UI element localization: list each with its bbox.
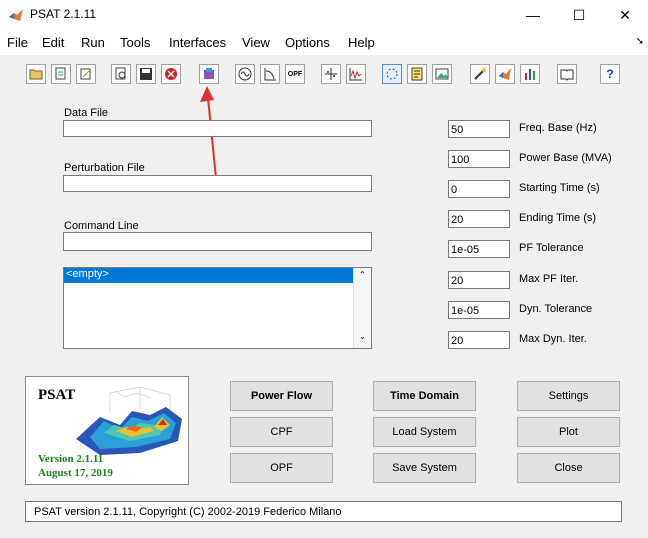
listbox-scrollbar[interactable]: ⌃ ⌄: [353, 268, 371, 348]
logo-date: August 17, 2019: [38, 467, 113, 479]
menu-tools[interactable]: Tools: [120, 35, 150, 50]
command-line-label: Command Line: [64, 220, 139, 232]
bar-chart-icon[interactable]: [520, 64, 540, 84]
menu-edit[interactable]: Edit: [42, 35, 64, 50]
save-icon[interactable]: [136, 64, 156, 84]
scroll-up-icon[interactable]: ⌃: [359, 270, 366, 279]
save-system-button[interactable]: Save System: [373, 453, 476, 483]
matlab-icon: [9, 9, 23, 21]
plot-button[interactable]: Plot: [517, 417, 620, 447]
menu-bar: File Edit Run Tools Interfaces View Opti…: [0, 30, 648, 55]
open-perturbation-icon[interactable]: [51, 64, 71, 84]
freq-base-field[interactable]: 50: [448, 120, 510, 138]
menu-run[interactable]: Run: [81, 35, 105, 50]
menu-interfaces[interactable]: Interfaces: [169, 35, 226, 50]
starting-time-field[interactable]: 0: [448, 180, 510, 198]
data-file-field[interactable]: [63, 120, 372, 137]
cpf-button[interactable]: CPF: [230, 417, 333, 447]
time-plot-icon[interactable]: [346, 64, 366, 84]
power-flow-button[interactable]: Power Flow: [230, 381, 333, 411]
book-icon[interactable]: [557, 64, 577, 84]
small-signal-icon[interactable]: [321, 64, 341, 84]
message-listbox[interactable]: <empty> ⌃ ⌄: [63, 267, 372, 349]
stop-icon[interactable]: [161, 64, 181, 84]
maximize-button[interactable]: ☐: [556, 0, 602, 30]
list-item[interactable]: <empty>: [64, 268, 354, 283]
time-domain-button[interactable]: Time Domain: [373, 381, 476, 411]
close-window-button[interactable]: ✕: [602, 0, 648, 30]
simulink-library-icon[interactable]: [199, 64, 219, 84]
print-preview-icon[interactable]: [111, 64, 131, 84]
minimize-button[interactable]: —: [510, 0, 556, 30]
help-icon[interactable]: ?: [600, 64, 620, 84]
power-base-label: Power Base (MVA): [519, 152, 612, 164]
load-system-button[interactable]: Load System: [373, 417, 476, 447]
max-dyn-iter-label: Max Dyn. Iter.: [519, 333, 587, 345]
ending-time-field[interactable]: 20: [448, 210, 510, 228]
pf-tolerance-field[interactable]: 1e-05: [448, 240, 510, 258]
window-title: PSAT 2.1.11: [30, 7, 97, 21]
opf-icon[interactable]: OPF: [285, 64, 305, 84]
data-file-label: Data File: [64, 107, 109, 119]
perturbation-file-field[interactable]: [63, 175, 372, 192]
surface-plot-icon: [76, 386, 182, 455]
sine-wave-icon[interactable]: [235, 64, 255, 84]
chevron-down-icon[interactable]: ➘: [636, 36, 644, 47]
max-pf-iter-field[interactable]: 20: [448, 271, 510, 289]
pv-curve-icon[interactable]: [260, 64, 280, 84]
wizard-icon[interactable]: [470, 64, 490, 84]
max-pf-iter-label: Max PF Iter.: [519, 273, 579, 285]
pf-tolerance-label: PF Tolerance: [519, 242, 584, 254]
perturbation-file-label: Perturbation File: [64, 162, 145, 174]
menu-file[interactable]: File: [7, 35, 28, 50]
command-line-input[interactable]: [63, 232, 372, 251]
report-icon[interactable]: [407, 64, 427, 84]
menu-view[interactable]: View: [242, 35, 270, 50]
matlab-logo-icon[interactable]: [495, 64, 515, 84]
ending-time-label: Ending Time (s): [519, 212, 597, 224]
menu-help[interactable]: Help: [348, 35, 375, 50]
settings-button[interactable]: Settings: [517, 381, 620, 411]
close-button[interactable]: Close: [517, 453, 620, 483]
logo-version: Version 2.1.11: [38, 453, 104, 465]
dyn-tolerance-field[interactable]: 1e-05: [448, 301, 510, 319]
open-folder-icon[interactable]: [26, 64, 46, 84]
edit-file-icon[interactable]: [76, 64, 96, 84]
status-bar: PSAT version 2.1.11, Copyright (C) 2002-…: [25, 501, 622, 522]
power-base-field[interactable]: 100: [448, 150, 510, 168]
max-dyn-iter-field[interactable]: 20: [448, 331, 510, 349]
dyn-tolerance-label: Dyn. Tolerance: [519, 303, 593, 315]
opf-button[interactable]: OPF: [230, 453, 333, 483]
starting-time-label: Starting Time (s): [519, 182, 600, 194]
image-icon[interactable]: [432, 64, 452, 84]
psat-logo: PSAT Version 2.1.11 August 17, 2019: [25, 376, 189, 485]
scroll-down-icon[interactable]: ⌄: [359, 332, 366, 341]
menu-options[interactable]: Options: [285, 35, 330, 50]
freq-base-label: Freq. Base (Hz): [519, 122, 597, 134]
network-icon[interactable]: [382, 64, 402, 84]
